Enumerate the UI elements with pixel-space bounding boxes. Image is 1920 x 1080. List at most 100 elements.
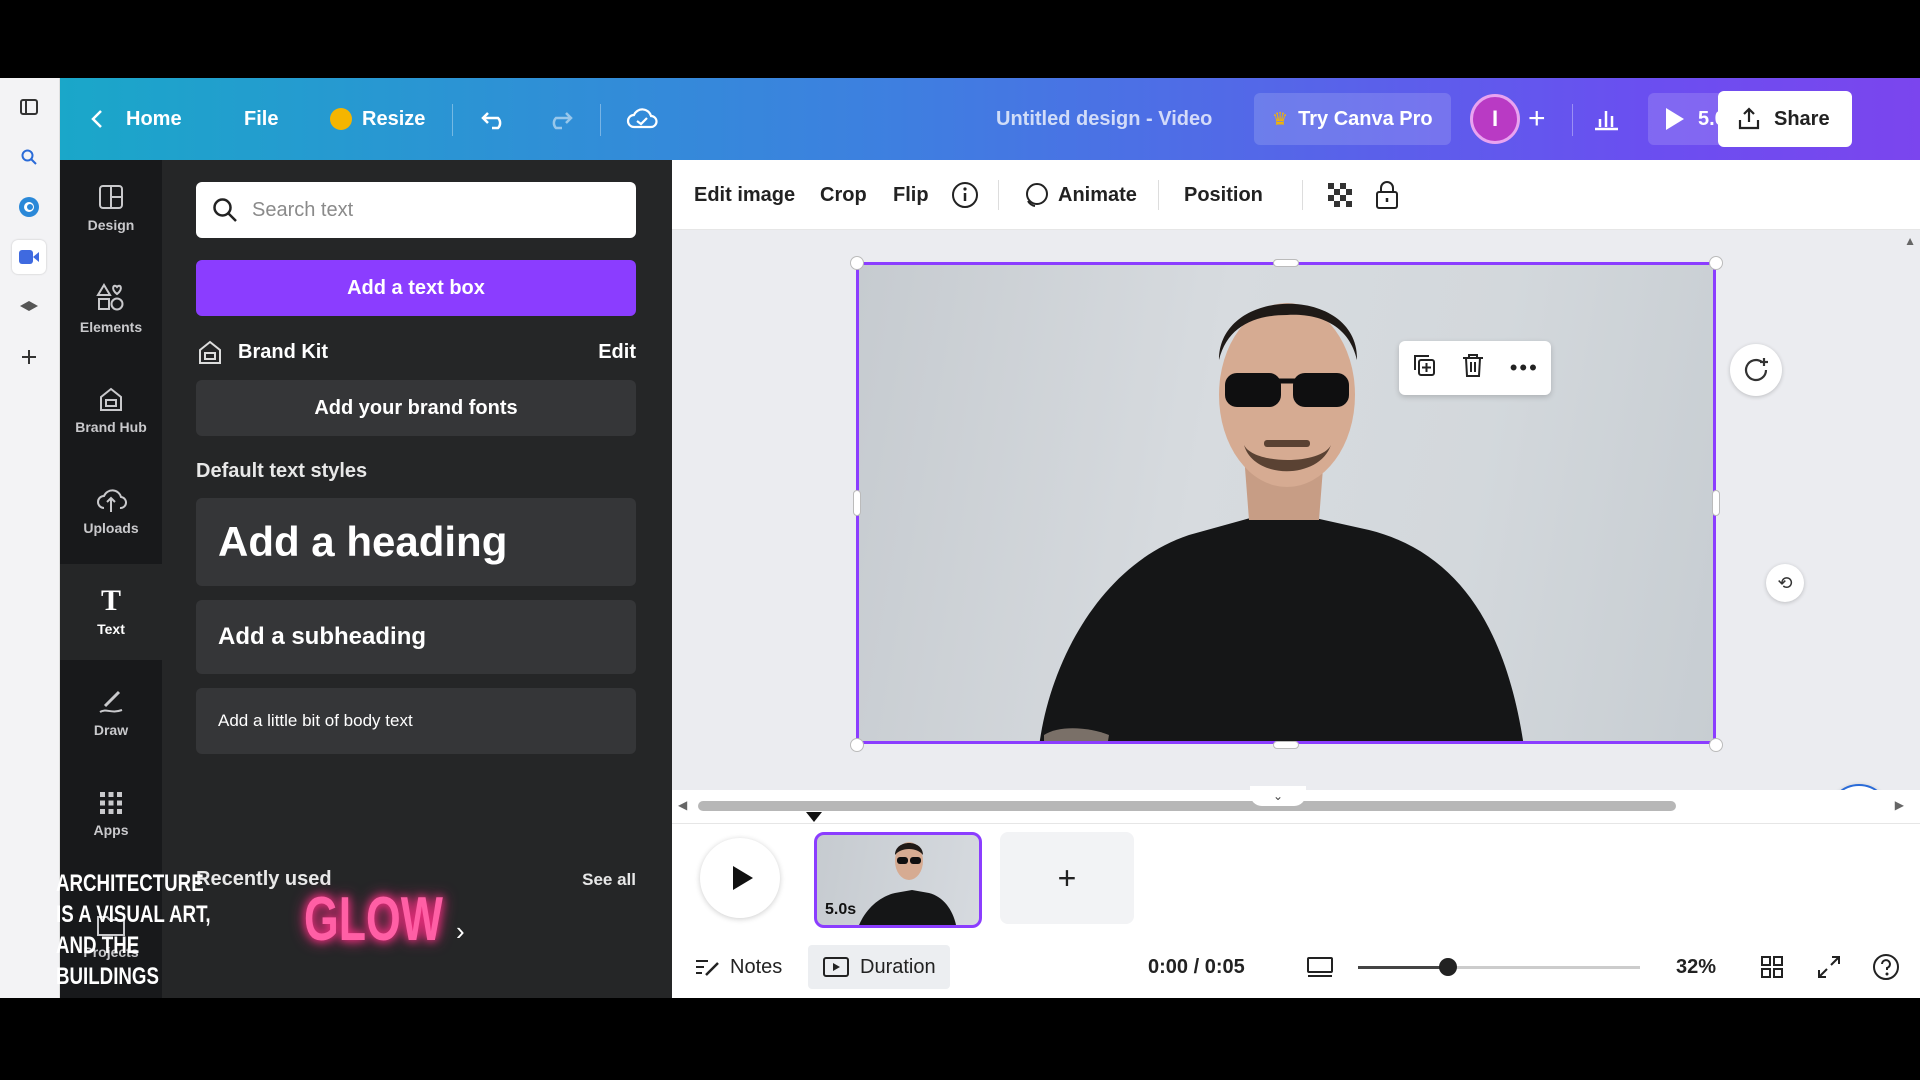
- nav-label: Draw: [93, 722, 129, 738]
- scrollbar-thumb[interactable]: [698, 801, 1676, 811]
- time-readout: 0:00 / 0:05: [1148, 955, 1245, 978]
- search-text-box[interactable]: [196, 182, 636, 238]
- horizontal-scrollbar[interactable]: ◀ ⌄ ▶: [672, 786, 1920, 824]
- comment-add-icon[interactable]: [1730, 344, 1782, 396]
- help-icon[interactable]: [1872, 936, 1900, 998]
- clip-duration-label: 5.0s: [825, 901, 857, 918]
- share-button[interactable]: Share: [1718, 91, 1852, 147]
- chevron-right-icon[interactable]: ›: [456, 916, 465, 947]
- nav-label: Text: [97, 621, 125, 637]
- duration-label: Duration: [860, 955, 936, 978]
- duplicate-icon[interactable]: [1411, 352, 1437, 384]
- recent-text-glow[interactable]: GLOW: [304, 884, 443, 955]
- canvas-area: ••• ⟲ ✦ ▲: [672, 230, 1920, 846]
- try-canva-pro-button[interactable]: ♛ Try Canva Pro: [1254, 93, 1451, 145]
- redo-icon[interactable]: [546, 78, 574, 160]
- default-text-styles-title: Default text styles: [196, 460, 368, 482]
- zoom-percentage[interactable]: 32%: [1676, 936, 1716, 998]
- draw-icon: [99, 690, 123, 713]
- info-icon[interactable]: [950, 160, 980, 230]
- resize-handle-bottom-right[interactable]: [1709, 738, 1723, 752]
- copilot-icon[interactable]: [12, 190, 46, 224]
- resize-handle-bottom-left[interactable]: [850, 738, 864, 752]
- resize-button[interactable]: Resize: [330, 78, 425, 160]
- nav-item-brand-hub[interactable]: Brand Hub: [60, 362, 162, 458]
- resize-handle-left[interactable]: [853, 490, 861, 516]
- rotate-icon[interactable]: ⟲: [1766, 564, 1804, 602]
- chevron-left-icon: [91, 110, 102, 128]
- nav-item-elements[interactable]: Elements: [60, 261, 162, 357]
- resize-handle-right[interactable]: [1712, 490, 1720, 516]
- add-heading-card[interactable]: Add a heading: [196, 498, 636, 586]
- plus-icon[interactable]: [12, 340, 46, 374]
- nav-label: Design: [87, 217, 135, 233]
- upload-cloud-icon: [97, 489, 127, 512]
- crop-button[interactable]: Crop: [820, 160, 867, 230]
- chevron-down-icon[interactable]: ⌄: [1250, 786, 1306, 806]
- resize-handle-top-left[interactable]: [850, 256, 864, 270]
- try-canva-pro-label: Try Canva Pro: [1298, 107, 1433, 130]
- nav-item-draw[interactable]: Draw: [60, 665, 162, 761]
- flip-button[interactable]: Flip: [893, 160, 929, 230]
- home-button[interactable]: Home: [90, 78, 182, 160]
- notes-button[interactable]: Notes: [694, 936, 782, 998]
- resize-handle-top[interactable]: [1273, 259, 1299, 267]
- design-title[interactable]: Untitled design - Video: [996, 78, 1212, 160]
- scroll-left-arrow-icon[interactable]: ◀: [678, 798, 687, 812]
- scroll-up-arrow-icon[interactable]: ▲: [1904, 234, 1916, 248]
- notes-icon: [696, 960, 719, 976]
- fullscreen-icon[interactable]: [1816, 936, 1842, 998]
- zoom-slider-knob[interactable]: [1439, 958, 1458, 976]
- play-icon: [1666, 108, 1684, 130]
- recent-text-architecture[interactable]: ARCHITECTURE IS A VISUAL ART, AND THE BU…: [56, 868, 212, 998]
- nav-item-design[interactable]: Design: [60, 160, 162, 256]
- insights-chart-icon[interactable]: [1592, 78, 1620, 160]
- avatar[interactable]: I: [1470, 94, 1520, 144]
- search-text-input[interactable]: [252, 198, 612, 222]
- trash-icon[interactable]: [1461, 352, 1485, 384]
- add-brand-fonts-button[interactable]: Add your brand fonts: [196, 380, 636, 436]
- add-collaborator-plus-icon[interactable]: +: [1528, 78, 1546, 160]
- add-page-button[interactable]: +: [1000, 832, 1134, 924]
- resize-handle-top-right[interactable]: [1709, 256, 1723, 270]
- browser-sidebar: [0, 78, 60, 998]
- timeline: 5.0s +: [672, 824, 1920, 936]
- page-view-icon[interactable]: [1306, 936, 1334, 998]
- nav-label: Brand Hub: [75, 419, 147, 435]
- grid-view-icon[interactable]: [1760, 936, 1784, 998]
- add-subheading-card[interactable]: Add a subheading: [196, 600, 636, 674]
- transparency-icon[interactable]: [1326, 160, 1354, 230]
- text-icon: T: [100, 584, 121, 617]
- playhead-marker[interactable]: [806, 812, 822, 822]
- edit-image-button[interactable]: Edit image: [694, 160, 795, 230]
- position-button[interactable]: Position: [1184, 160, 1263, 230]
- undo-icon[interactable]: [480, 78, 508, 160]
- selected-video-frame[interactable]: •••: [856, 262, 1716, 744]
- nav-item-apps[interactable]: Apps: [60, 766, 162, 862]
- animate-label: Animate: [1058, 183, 1137, 206]
- duration-button[interactable]: Duration: [808, 945, 950, 989]
- scroll-right-arrow-icon[interactable]: ▶: [1895, 798, 1904, 812]
- nav-item-text[interactable]: T Text: [60, 564, 162, 660]
- search-icon[interactable]: [12, 140, 46, 174]
- lock-icon[interactable]: [1374, 160, 1400, 230]
- text-panel: Add a text box Brand Kit Edit Add your b…: [162, 160, 672, 998]
- timeline-clip[interactable]: 5.0s: [814, 832, 982, 928]
- add-text-box-button[interactable]: Add a text box: [196, 260, 636, 316]
- brand-kit-edit-link[interactable]: Edit: [598, 341, 636, 364]
- see-all-link[interactable]: See all: [582, 870, 636, 890]
- zoom-slider[interactable]: [1358, 958, 1640, 976]
- add-body-text-card[interactable]: Add a little bit of body text: [196, 688, 636, 754]
- animate-button[interactable]: Animate: [1022, 160, 1137, 230]
- timeline-play-button[interactable]: [700, 838, 780, 918]
- notes-label: Notes: [730, 955, 783, 978]
- nav-item-uploads[interactable]: Uploads: [60, 463, 162, 559]
- video-tab-icon[interactable]: [12, 240, 46, 274]
- cloud-saved-icon[interactable]: [626, 78, 658, 160]
- play-icon: [733, 866, 753, 890]
- file-menu-button[interactable]: File: [244, 78, 278, 160]
- tabs-icon[interactable]: [12, 90, 46, 124]
- resize-handle-bottom[interactable]: [1273, 741, 1299, 749]
- layers-icon[interactable]: [12, 290, 46, 324]
- more-options-icon[interactable]: •••: [1510, 355, 1539, 381]
